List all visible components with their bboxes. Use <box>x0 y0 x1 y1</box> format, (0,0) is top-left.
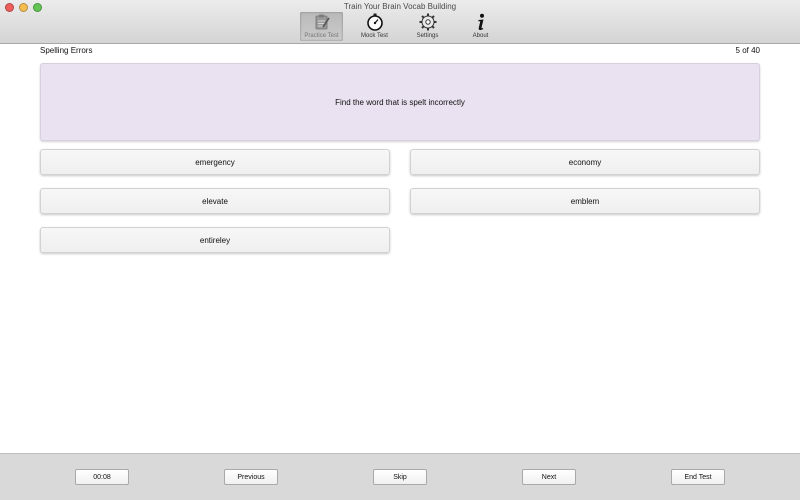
toolbar: Practice Test Mock Test Settings About <box>300 12 512 41</box>
answer-option[interactable]: entireley <box>40 227 390 253</box>
previous-button[interactable]: Previous <box>224 469 278 485</box>
section-title: Spelling Errors <box>40 46 93 55</box>
answer-option[interactable]: emergency <box>40 149 390 175</box>
question-card: Find the word that is spelt incorrectly <box>40 63 760 141</box>
stopwatch-icon <box>366 13 383 31</box>
toolbar-label: About <box>472 33 489 39</box>
bottom-bar: 00:08 Previous Skip Next End Test <box>0 453 800 500</box>
toolbar-practice-test[interactable]: Practice Test <box>300 12 343 41</box>
window-title: Train Your Brain Vocab Building <box>343 2 457 11</box>
question-text: Find the word that is spelt incorrectly <box>335 97 465 107</box>
toolbar-label: Settings <box>416 33 439 39</box>
next-button[interactable]: Next <box>522 469 576 485</box>
toolbar-about[interactable]: About <box>459 12 502 41</box>
answer-option[interactable]: elevate <box>40 188 390 214</box>
toolbar-label: Mock Test <box>361 33 388 39</box>
toolbar-label: Practice Test <box>304 33 339 39</box>
toolbar-settings[interactable]: Settings <box>406 12 449 41</box>
question-counter: 5 of 40 <box>735 46 760 55</box>
info-icon <box>477 13 484 31</box>
answer-option[interactable]: economy <box>410 149 760 175</box>
skip-button[interactable]: Skip <box>373 469 427 485</box>
gear-icon <box>419 13 436 31</box>
toolbar-mock-test[interactable]: Mock Test <box>353 12 396 41</box>
clipboard-pencil-icon <box>315 14 330 30</box>
title-bar: Train Your Brain Vocab Building Practice… <box>0 0 800 44</box>
answer-option[interactable]: emblem <box>410 188 760 214</box>
end-test-button[interactable]: End Test <box>671 469 725 485</box>
timer-display: 00:08 <box>75 469 129 485</box>
